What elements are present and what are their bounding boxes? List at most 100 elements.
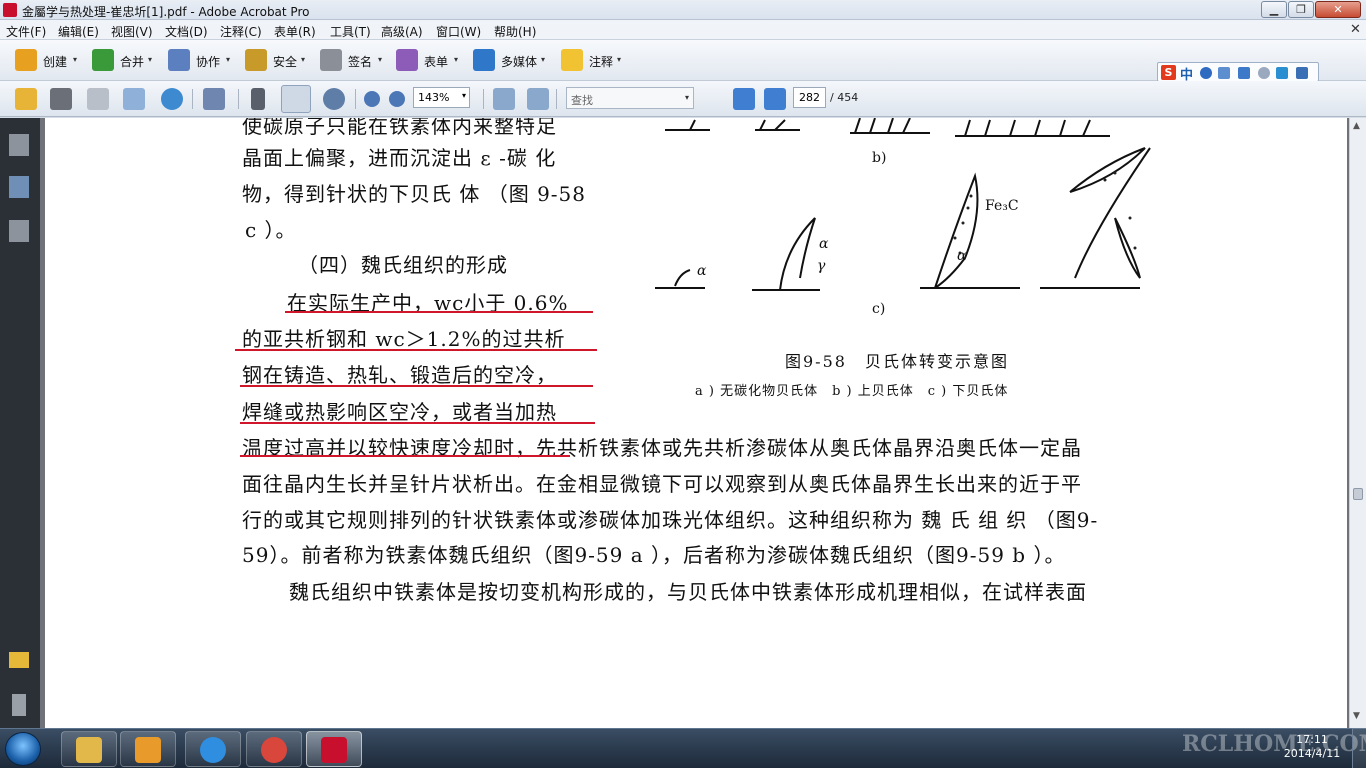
pages-icon[interactable] — [9, 134, 29, 156]
close-button[interactable]: ✕ — [1315, 1, 1361, 18]
signatures-icon[interactable] — [9, 220, 29, 242]
dropdown-arrow-icon: ▾ — [301, 55, 306, 64]
collaborate-label: 协作 — [196, 55, 221, 69]
fit-width-icon[interactable] — [493, 88, 515, 110]
text-line: 59）。前者称为铁素体魏氏组织（图9-59 a ），后者称为渗碳体魏氏组织（图9… — [242, 543, 1066, 567]
page-total: / 454 — [830, 91, 859, 104]
annotation-underline[interactable] — [240, 455, 570, 457]
taskbar-chrome[interactable] — [246, 731, 302, 767]
create-icon — [15, 49, 37, 71]
vertical-scrollbar[interactable]: ▲ ▼ — [1349, 118, 1366, 728]
page-number-input[interactable]: 282 — [793, 87, 826, 108]
web-icon[interactable] — [161, 88, 183, 110]
menu-document[interactable]: 文档(D) — [165, 23, 208, 40]
annotation-underline[interactable] — [285, 311, 593, 313]
zoom-select[interactable]: 143% ▾ — [413, 87, 470, 108]
dropdown-arrow-icon: ▾ — [541, 55, 546, 64]
figure-caption: 图9-58 贝氏体转变示意图 — [785, 352, 1009, 371]
scroll-up-icon[interactable]: ▲ — [1353, 121, 1360, 131]
dropdown-arrow-icon: ▾ — [226, 55, 231, 64]
menu-file[interactable]: 文件(F) — [6, 23, 46, 40]
windows-taskbar — [0, 728, 1366, 768]
text-line: 晶面上偏聚，进而沉淀出 ε -碳 化 — [242, 146, 557, 170]
next-page-icon[interactable] — [764, 88, 786, 110]
sogou-logo-icon[interactable]: S — [1161, 65, 1176, 80]
figure-alpha-label: α — [697, 263, 707, 279]
internet-explorer-icon — [200, 737, 226, 763]
menu-window[interactable]: 窗口(W) — [436, 23, 481, 40]
figure-subcaption: a ) 无碳化物贝氏体 b ) 上贝氏体 c ) 下贝氏体 — [695, 384, 1009, 399]
section-heading: （四）魏氏组织的形成 — [298, 253, 508, 277]
minimize-button[interactable]: ▁ — [1261, 1, 1287, 18]
taskbar-explorer[interactable] — [61, 731, 117, 767]
user-icon[interactable] — [1258, 67, 1270, 79]
sign-label: 签名 — [348, 55, 373, 69]
bookmarks-icon[interactable] — [9, 176, 29, 198]
close-document-icon[interactable]: ✕ — [1350, 22, 1361, 37]
text-line: 的亚共析钢和 wc＞1.2%的过共析 — [242, 327, 566, 351]
annotation-underline[interactable] — [235, 349, 597, 351]
chevron-down-icon[interactable]: ▾ — [685, 93, 689, 102]
zoom-value: 143% — [418, 91, 450, 104]
dropdown-arrow-icon: ▾ — [73, 55, 78, 64]
keyboard-icon[interactable] — [1238, 67, 1250, 79]
pdf-convert-icon[interactable] — [203, 88, 225, 110]
taskbar-media[interactable] — [120, 731, 176, 767]
menu-forms[interactable]: 表单(R) — [274, 23, 316, 40]
menu-advanced[interactable]: 高级(A) — [381, 23, 423, 40]
skin-icon[interactable] — [1276, 67, 1288, 79]
multimedia-label: 多媒体 — [501, 55, 538, 69]
scroll-down-icon[interactable]: ▼ — [1353, 711, 1360, 721]
maximize-button[interactable]: ❐ — [1288, 1, 1314, 18]
find-input[interactable]: 查找 ▾ — [566, 87, 694, 109]
menu-help[interactable]: 帮助(H) — [494, 23, 536, 40]
scroll-thumb[interactable] — [1353, 488, 1363, 500]
text-line: c ）。 — [245, 218, 297, 242]
print-icon[interactable] — [50, 88, 72, 110]
zoom-tool-icon[interactable] — [323, 88, 345, 110]
folder-icon — [76, 737, 102, 763]
figure-label-b: b) — [872, 150, 887, 166]
taskbar-ie[interactable] — [185, 731, 241, 767]
chrome-icon — [261, 737, 287, 763]
punctuation-icon[interactable] — [1218, 67, 1230, 79]
annotation-underline[interactable] — [240, 385, 593, 387]
title-bar: 金屬学与热处理-崔忠圻[1].pdf - Adobe Acrobat Pro ▁… — [0, 0, 1366, 20]
taskbar-acrobat[interactable] — [306, 731, 362, 767]
menu-comments[interactable]: 注释(C) — [220, 23, 262, 40]
moon-icon[interactable] — [1200, 67, 1212, 79]
pdf-page: 使碳原子只能在铁素体内来整特足 晶面上偏聚，进而沉淀出 ε -碳 化 物，得到针… — [45, 118, 1347, 728]
menu-view[interactable]: 视图(V) — [111, 23, 153, 40]
dropdown-arrow-icon: ▾ — [148, 55, 153, 64]
figure-label-c: c) — [872, 301, 886, 317]
figure-alpha-label: α — [819, 236, 829, 252]
comments-icon[interactable] — [9, 652, 29, 668]
start-button[interactable] — [5, 732, 41, 766]
show-desktop-button[interactable] — [1352, 728, 1366, 768]
comment-icon — [561, 49, 583, 71]
previous-page-icon[interactable] — [733, 88, 755, 110]
email-icon[interactable] — [123, 88, 145, 110]
zoom-out-icon[interactable] — [364, 91, 380, 107]
chevron-down-icon[interactable]: ▾ — [462, 91, 466, 100]
menu-tools[interactable]: 工具(T) — [330, 23, 371, 40]
document-viewer[interactable]: 使碳原子只能在铁素体内来整特足 晶面上偏聚，进而沉淀出 ε -碳 化 物，得到针… — [40, 118, 1349, 728]
separator — [556, 89, 557, 109]
menu-edit[interactable]: 编辑(E) — [58, 23, 99, 40]
collaborate-icon — [168, 49, 190, 71]
dropdown-arrow-icon: ▾ — [617, 55, 622, 64]
figure-alpha-label: α — [957, 248, 967, 264]
select-text-icon[interactable] — [251, 88, 265, 110]
save-icon[interactable] — [87, 88, 109, 110]
hand-tool-icon[interactable] — [281, 85, 311, 113]
fit-page-icon[interactable] — [527, 88, 549, 110]
bainite-figure — [655, 118, 1151, 291]
dropdown-arrow-icon: ▾ — [378, 55, 383, 64]
open-folder-icon[interactable] — [15, 88, 37, 110]
ime-toolbar[interactable]: S 中 — [1157, 62, 1319, 83]
attachments-icon[interactable] — [12, 694, 26, 716]
wrench-icon[interactable] — [1296, 67, 1308, 79]
zoom-in-icon[interactable] — [389, 91, 405, 107]
annotation-underline[interactable] — [240, 422, 595, 424]
system-clock[interactable]: 17:11 2014/4/11 — [1282, 733, 1342, 761]
